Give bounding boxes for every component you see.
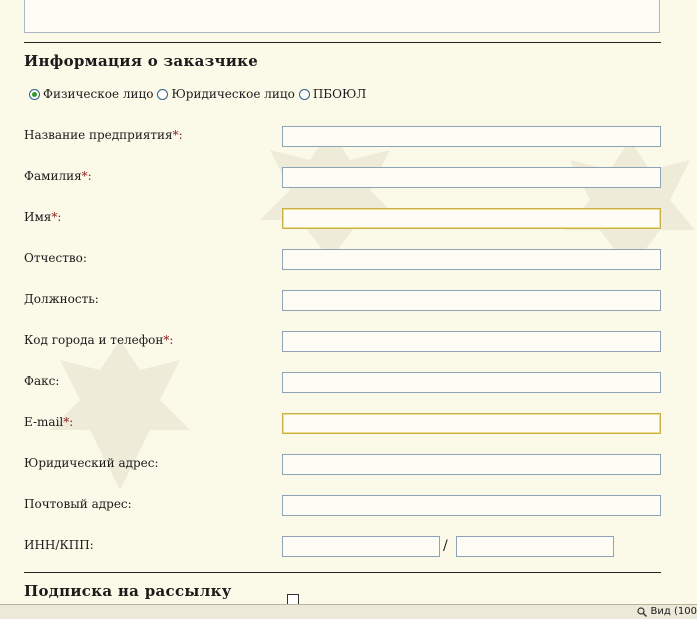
fax-input[interactable] (282, 372, 661, 393)
previous-textarea[interactable] (24, 0, 660, 33)
subscription-title: Подписка на рассылку (24, 582, 232, 600)
first-name-label: Имя*: (24, 210, 62, 224)
phone-label: Код города и телефон*: (24, 333, 174, 347)
patronymic-input[interactable] (282, 249, 661, 270)
section-divider (24, 572, 661, 573)
company-name-label: Название предприятия*: (24, 128, 183, 142)
customer-info-title: Информация о заказчике (24, 52, 259, 70)
phone-input[interactable] (282, 331, 661, 352)
radio-unchecked-icon[interactable] (157, 88, 169, 100)
radio-unchecked-icon[interactable] (298, 88, 310, 100)
legal-address-label: Юридический адрес: (24, 456, 159, 470)
radio-individual[interactable]: Физическое лицо (29, 87, 153, 101)
legal-address-input[interactable] (282, 454, 661, 475)
first-name-input[interactable] (282, 208, 661, 229)
last-name-input[interactable] (282, 167, 661, 188)
position-input[interactable] (282, 290, 661, 311)
company-name-input[interactable] (282, 126, 661, 147)
last-name-label: Фамилия*: (24, 169, 92, 183)
fax-label: Факс: (24, 374, 60, 388)
postal-address-input[interactable] (282, 495, 661, 516)
email-input[interactable] (282, 413, 661, 434)
inn-input[interactable] (282, 536, 440, 557)
patronymic-label: Отчество: (24, 251, 87, 265)
radio-pboyul[interactable]: ПБОЮЛ (298, 87, 366, 101)
inn-kpp-label: ИНН/КПП: (24, 538, 94, 552)
browser-statusbar: Вид (100 (0, 604, 697, 619)
kpp-input[interactable] (456, 536, 614, 557)
magnifier-icon (636, 606, 647, 617)
postal-address-label: Почтовый адрес: (24, 497, 132, 511)
zoom-label: Вид (100 (650, 606, 697, 617)
entity-type-radio-group: Физическое лицо Юридическое лицо ПБОЮЛ (29, 86, 370, 102)
inn-kpp-separator: / (443, 538, 448, 554)
position-label: Должность: (24, 292, 99, 306)
radio-checked-icon[interactable] (29, 88, 40, 100)
section-divider (24, 42, 661, 43)
zoom-control[interactable]: Вид (100 (636, 606, 697, 617)
email-label: E-mail*: (24, 415, 74, 429)
radio-legal-entity[interactable]: Юридическое лицо (157, 87, 295, 101)
